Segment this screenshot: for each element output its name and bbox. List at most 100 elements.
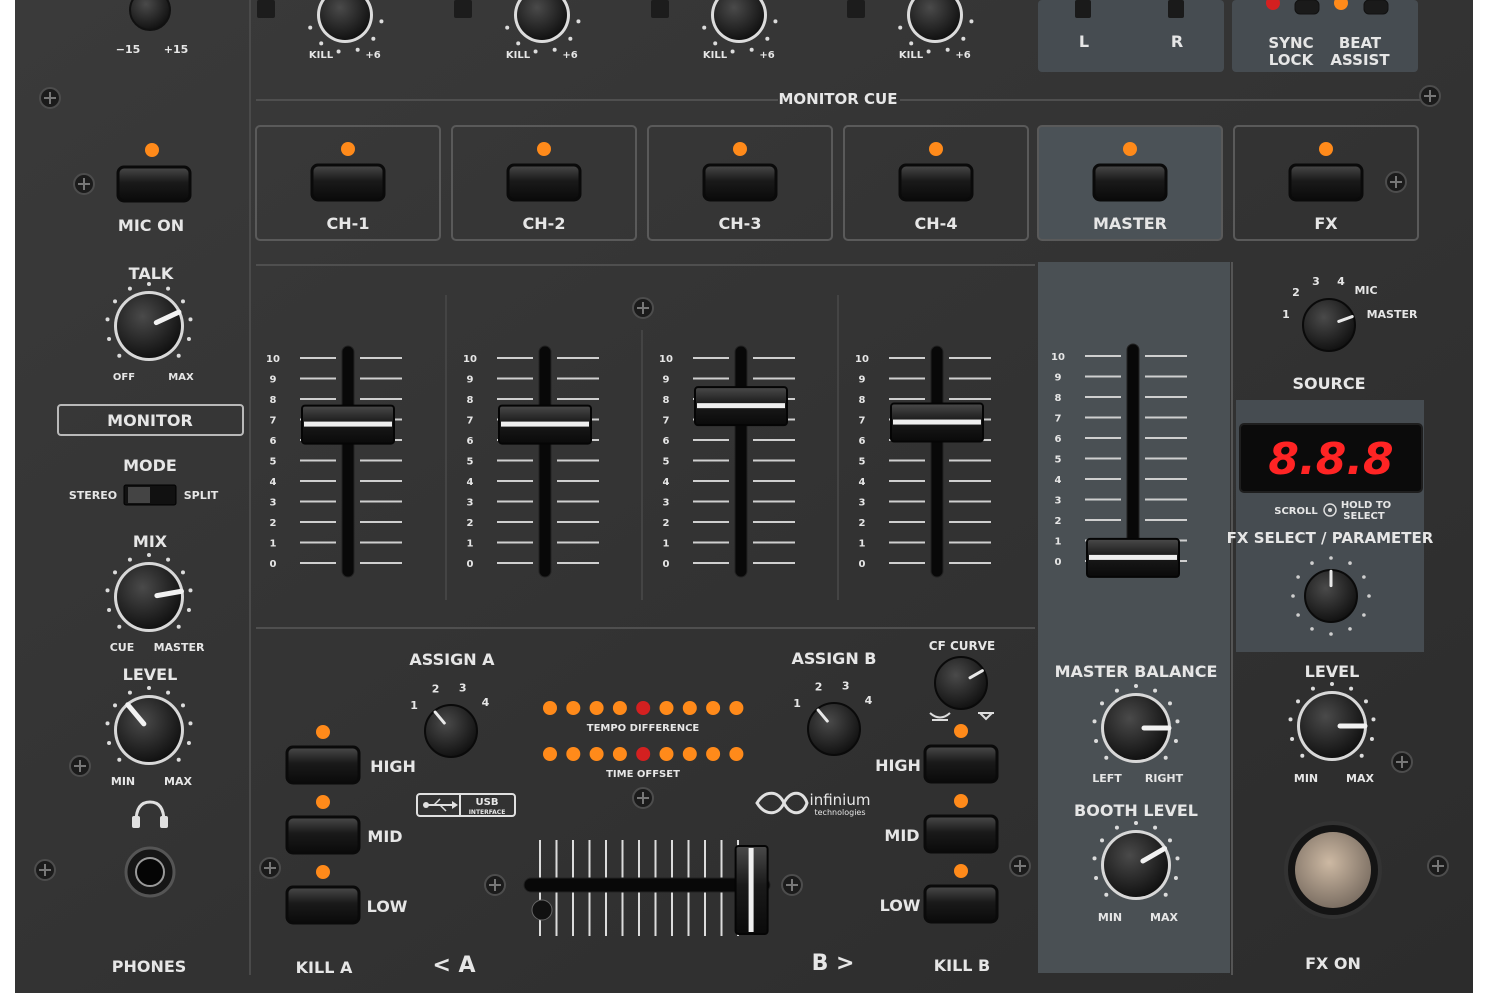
cue-button-ch-4[interactable]	[898, 163, 974, 202]
ch2-fader-scale-label: 0	[467, 559, 474, 570]
source-knob-cap[interactable]	[1302, 298, 1356, 352]
ch4-fader-scale-label: 7	[859, 416, 866, 427]
talk-knob-tick	[127, 286, 132, 291]
mic-on-led	[145, 143, 159, 157]
top-switch[interactable]	[651, 0, 669, 18]
talk-knob-tick	[166, 286, 171, 291]
mix-knob-tick	[176, 624, 181, 629]
source-mark-4: 4	[1337, 275, 1345, 288]
top-eq-tick	[773, 19, 778, 24]
mic-gain-knob[interactable]	[129, 0, 171, 31]
cue-button-ch-1[interactable]	[310, 163, 386, 202]
assign-b-mark: 3	[842, 680, 850, 693]
balance-knob-tick	[1134, 684, 1138, 688]
master-fader-scale-label: 0	[1055, 557, 1062, 568]
fx-level-knob-tick	[1369, 736, 1374, 741]
tempo-led	[636, 701, 651, 715]
beat-label: BEAT	[1339, 34, 1382, 52]
ch2-fader-scale-label: 7	[467, 416, 474, 427]
kill-b-buttons	[923, 724, 999, 924]
assign-b-knob-cap[interactable]	[807, 702, 861, 756]
ch4-fader-scale-label: 3	[859, 498, 866, 509]
ch4-fader-scale-label: 8	[859, 395, 866, 406]
fx-select-tick	[1329, 632, 1333, 636]
mode-split-label: SPLIT	[184, 489, 219, 502]
fx-level-knob-tick	[1300, 753, 1305, 758]
tempo-led	[612, 701, 627, 715]
mic-level-knob-tick	[113, 703, 118, 708]
kill-b-mid-label: MID	[884, 826, 919, 845]
talk-knob-cap[interactable]	[117, 294, 181, 358]
fx-display-digits: 8.8.8	[1268, 434, 1393, 485]
ch3-fader-scale-label: 8	[663, 395, 670, 406]
kill-a-button[interactable]	[285, 815, 361, 855]
source-label: SOURCE	[1292, 374, 1365, 393]
balance-knob-tick	[1094, 738, 1099, 743]
fx-level-knob-tick	[1359, 753, 1364, 758]
top-eq-tick	[319, 41, 324, 46]
booth-knob-tick	[1173, 875, 1178, 880]
cue-button-fx[interactable]	[1288, 163, 1364, 202]
ch4-fader-scale-label: 1	[859, 539, 866, 550]
cue-button-ch-3[interactable]	[702, 163, 778, 202]
ch2-fader-scale-label: 10	[463, 354, 477, 365]
booth-min-label: MIN	[1098, 911, 1122, 924]
assign-b-mark: 1	[793, 697, 801, 710]
top-eq-tick	[909, 41, 914, 46]
assign-a-knob[interactable]	[424, 704, 478, 758]
ch2-fader-scale-label: 6	[467, 436, 474, 447]
ch2-fader-scale-label: 4	[467, 477, 474, 488]
top-switch[interactable]	[454, 0, 472, 18]
fx-select-tick	[1296, 613, 1300, 617]
ch3-fader-scale-label: 10	[659, 354, 673, 365]
fx-select-tick	[1296, 575, 1300, 579]
sync-lock-button[interactable]	[1294, 0, 1320, 15]
cf-curve-knob-cap[interactable]	[934, 656, 988, 710]
mix-knob-tick	[117, 624, 122, 629]
top-eq-tick	[969, 19, 974, 24]
top-eq-tick	[533, 49, 538, 54]
fx-on-button[interactable]	[1295, 832, 1371, 908]
offset-led	[659, 747, 674, 761]
crossfader-cap-line	[748, 848, 754, 932]
fx-level-knob-tick	[1310, 686, 1315, 691]
ch1-fader-scale-label: 0	[270, 559, 277, 570]
top-kill-label: KILL	[309, 50, 334, 61]
fx-select-tick	[1310, 627, 1314, 631]
mic-on-button[interactable]	[116, 165, 192, 203]
offset-led	[636, 747, 651, 761]
kill-a-button[interactable]	[285, 885, 361, 925]
kill-b-button[interactable]	[923, 814, 999, 854]
assign-a-knob-cap[interactable]	[424, 704, 478, 758]
ch4-fader-scale-label: 2	[859, 518, 866, 529]
ch1-fader-cap-line	[304, 421, 392, 427]
booth-knob-cap[interactable]	[1104, 833, 1168, 897]
cue-button-master[interactable]	[1092, 163, 1168, 202]
kill-b-button[interactable]	[923, 744, 999, 784]
source-mark-1: 1	[1282, 308, 1290, 321]
talk-max-label: MAX	[168, 372, 194, 383]
kill-a-button[interactable]	[285, 745, 361, 785]
assign-b-knob[interactable]	[807, 702, 861, 756]
source-mark-2: 2	[1292, 286, 1300, 299]
top-switch[interactable]	[847, 0, 865, 18]
tempo-led	[729, 701, 744, 715]
talk-knob-tick	[113, 299, 118, 304]
mixer-surface: KILL +6 KILL +6 KILL +6 KILL +6 −15 +15 L R SYN…	[15, 0, 1473, 993]
ch3-fader-slot	[734, 345, 748, 578]
mode-switch-handle[interactable]	[128, 487, 150, 503]
mic-level-knob-tick	[176, 757, 181, 762]
source-knob[interactable]	[1302, 298, 1356, 352]
kill-b-high-label: HIGH	[875, 756, 921, 775]
mic-level-knob-cap[interactable]	[117, 698, 181, 762]
mix-knob-tick	[127, 557, 132, 562]
top-switch[interactable]	[257, 0, 275, 18]
mix-knob-cap[interactable]	[117, 565, 181, 629]
fx-level-knob-tick	[1363, 699, 1368, 704]
cue-button-ch-2[interactable]	[506, 163, 582, 202]
fx-level-knob-tick	[1288, 717, 1293, 722]
cf-curve-knob[interactable]	[934, 656, 988, 710]
kill-b-button[interactable]	[923, 884, 999, 924]
beat-assist-button[interactable]	[1363, 0, 1389, 15]
ch1-fader-scale-label: 4	[270, 477, 277, 488]
